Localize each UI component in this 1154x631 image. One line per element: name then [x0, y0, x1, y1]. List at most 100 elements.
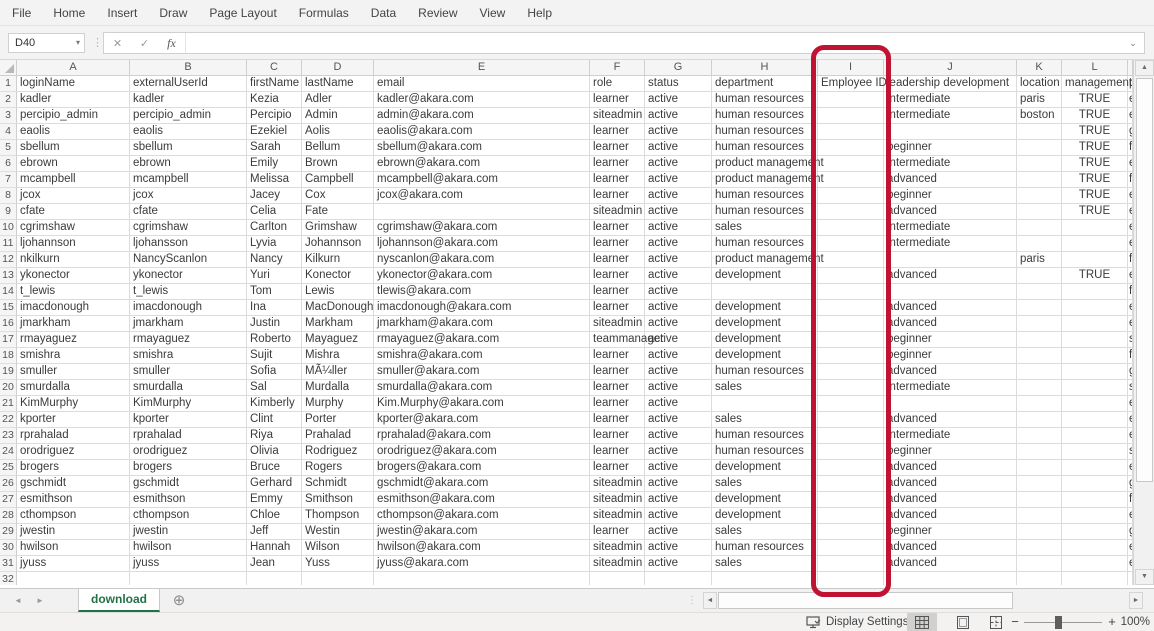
row-header-13[interactable]: 13	[0, 268, 17, 284]
cell-L13[interactable]: TRUE	[1062, 268, 1128, 284]
cell-A8[interactable]: jcox	[17, 188, 130, 204]
cell-A22[interactable]: kporter	[17, 412, 130, 428]
cell-E22[interactable]: kporter@akara.com	[374, 412, 590, 428]
zoom-slider-track[interactable]	[1024, 622, 1102, 623]
cell-B26[interactable]: gschmidt	[130, 476, 247, 492]
cell-D24[interactable]: Rodriguez	[302, 444, 374, 460]
cell-F28[interactable]: siteadmin	[590, 508, 645, 524]
cell-H28[interactable]: development	[712, 508, 818, 524]
cell-D26[interactable]: Schmidt	[302, 476, 374, 492]
cell-E15[interactable]: imacdonough@akara.com	[374, 300, 590, 316]
cell-G16[interactable]: active	[645, 316, 712, 332]
cell-E20[interactable]: smurdalla@akara.com	[374, 380, 590, 396]
cell-D31[interactable]: Yuss	[302, 556, 374, 572]
cell-L9[interactable]: TRUE	[1062, 204, 1128, 220]
row-header-7[interactable]: 7	[0, 172, 17, 188]
cell-C28[interactable]: Chloe	[247, 508, 302, 524]
row-header-6[interactable]: 6	[0, 156, 17, 172]
cell-G29[interactable]: active	[645, 524, 712, 540]
cell-D14[interactable]: Lewis	[302, 284, 374, 300]
cell-A19[interactable]: smuller	[17, 364, 130, 380]
cell-F13[interactable]: learner	[590, 268, 645, 284]
cell-D18[interactable]: Mishra	[302, 348, 374, 364]
cell-H25[interactable]: development	[712, 460, 818, 476]
row-header-20[interactable]: 20	[0, 380, 17, 396]
cell-K19[interactable]	[1017, 364, 1062, 380]
insert-function-icon[interactable]: fx	[158, 36, 185, 51]
cell-I17[interactable]	[818, 332, 884, 348]
cell-E14[interactable]: tlewis@akara.com	[374, 284, 590, 300]
cell-C9[interactable]: Celia	[247, 204, 302, 220]
cell-I26[interactable]	[818, 476, 884, 492]
row-header-10[interactable]: 10	[0, 220, 17, 236]
row-header-30[interactable]: 30	[0, 540, 17, 556]
menu-tab-data[interactable]: Data	[371, 6, 396, 20]
cell-J32[interactable]	[884, 572, 1017, 585]
cell-F29[interactable]: learner	[590, 524, 645, 540]
row-header-27[interactable]: 27	[0, 492, 17, 508]
cell-C3[interactable]: Percipio	[247, 108, 302, 124]
row-header-28[interactable]: 28	[0, 508, 17, 524]
cell-A13[interactable]: ykonector	[17, 268, 130, 284]
scroll-down-icon[interactable]: ▼	[1135, 569, 1154, 585]
cell-C20[interactable]: Sal	[247, 380, 302, 396]
cell-F24[interactable]: learner	[590, 444, 645, 460]
cell-E30[interactable]: hwilson@akara.com	[374, 540, 590, 556]
cell-F11[interactable]: learner	[590, 236, 645, 252]
cell-K3[interactable]: boston	[1017, 108, 1062, 124]
cell-G30[interactable]: active	[645, 540, 712, 556]
cell-H1[interactable]: department	[712, 76, 818, 92]
cell-A2[interactable]: kadler	[17, 92, 130, 108]
cell-L5[interactable]: TRUE	[1062, 140, 1128, 156]
cell-B4[interactable]: eaolis	[130, 124, 247, 140]
cell-C31[interactable]: Jean	[247, 556, 302, 572]
cell-A14[interactable]: t_lewis	[17, 284, 130, 300]
cell-B13[interactable]: ykonector	[130, 268, 247, 284]
cell-H17[interactable]: development	[712, 332, 818, 348]
name-box[interactable]: D40 ▾	[8, 33, 85, 53]
cell-B20[interactable]: smurdalla	[130, 380, 247, 396]
cell-C26[interactable]: Gerhard	[247, 476, 302, 492]
cell-I5[interactable]	[818, 140, 884, 156]
cell-G31[interactable]: active	[645, 556, 712, 572]
cell-G8[interactable]: active	[645, 188, 712, 204]
cell-L12[interactable]	[1062, 252, 1128, 268]
cell-D15[interactable]: MacDonough	[302, 300, 374, 316]
row-header-8[interactable]: 8	[0, 188, 17, 204]
cell-I27[interactable]	[818, 492, 884, 508]
cell-B15[interactable]: imacdonough	[130, 300, 247, 316]
cell-C4[interactable]: Ezekiel	[247, 124, 302, 140]
cell-C5[interactable]: Sarah	[247, 140, 302, 156]
column-header-I[interactable]: I	[818, 60, 884, 76]
cell-J5[interactable]: beginner	[884, 140, 1017, 156]
chevron-down-icon[interactable]: ▾	[76, 34, 80, 52]
cell-E2[interactable]: kadler@akara.com	[374, 92, 590, 108]
cell-H14[interactable]	[712, 284, 818, 300]
cell-H19[interactable]: human resources	[712, 364, 818, 380]
cell-G27[interactable]: active	[645, 492, 712, 508]
row-header-11[interactable]: 11	[0, 236, 17, 252]
cell-D9[interactable]: Fate	[302, 204, 374, 220]
row-header-15[interactable]: 15	[0, 300, 17, 316]
cell-K17[interactable]	[1017, 332, 1062, 348]
cell-B31[interactable]: jyuss	[130, 556, 247, 572]
cell-E9[interactable]	[374, 204, 590, 220]
cell-B32[interactable]	[130, 572, 247, 585]
cell-L2[interactable]: TRUE	[1062, 92, 1128, 108]
cell-H26[interactable]: sales	[712, 476, 818, 492]
cell-B2[interactable]: kadler	[130, 92, 247, 108]
cell-B12[interactable]: NancyScanlon	[130, 252, 247, 268]
cell-L27[interactable]	[1062, 492, 1128, 508]
row-header-21[interactable]: 21	[0, 396, 17, 412]
cell-B18[interactable]: smishra	[130, 348, 247, 364]
cell-G3[interactable]: active	[645, 108, 712, 124]
row-header-3[interactable]: 3	[0, 108, 17, 124]
cell-C16[interactable]: Justin	[247, 316, 302, 332]
cell-J15[interactable]: advanced	[884, 300, 1017, 316]
cell-C23[interactable]: Riya	[247, 428, 302, 444]
formula-input[interactable]	[185, 33, 1122, 53]
cell-A27[interactable]: esmithson	[17, 492, 130, 508]
menu-tab-formulas[interactable]: Formulas	[299, 6, 349, 20]
cell-A32[interactable]	[17, 572, 130, 585]
cell-D1[interactable]: lastName	[302, 76, 374, 92]
